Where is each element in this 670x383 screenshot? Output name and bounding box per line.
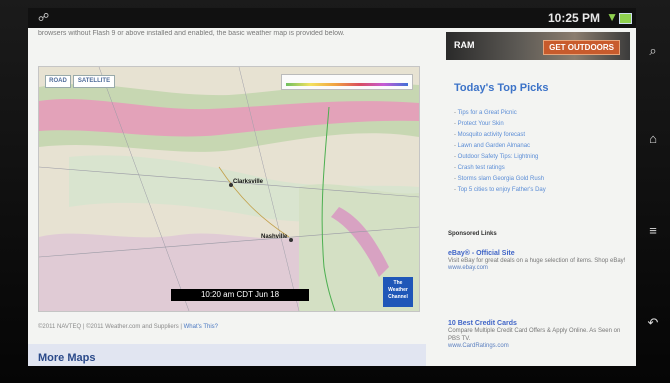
- pick-link[interactable]: Crash test ratings: [454, 163, 546, 174]
- copyright-navteq: ©2011 NAVTEQ: [38, 324, 82, 330]
- get-outdoors-button[interactable]: GET OUTDOORS: [543, 40, 620, 55]
- more-maps-section: More Maps: [28, 344, 426, 366]
- sponsored-ad-url[interactable]: www.CardRatings.com: [448, 343, 628, 349]
- browser-content[interactable]: browsers without Flash 9 or above instal…: [28, 28, 636, 366]
- ram-ad-banner[interactable]: RAM GET OUTDOORS: [446, 32, 630, 60]
- ram-logo: RAM: [454, 40, 475, 50]
- sponsored-links-header: Sponsored Links: [448, 231, 497, 237]
- whats-this-link[interactable]: What's This?: [184, 324, 218, 330]
- wifi-icon: ▼: [606, 10, 618, 24]
- sponsored-ad[interactable]: eBay® - Official Site Visit eBay for gre…: [448, 250, 628, 271]
- more-maps-heading: More Maps: [38, 352, 96, 364]
- pick-link[interactable]: Outdoor Safety Tips: Lightning: [454, 152, 546, 163]
- pick-link[interactable]: Tips for a Great Picnic: [454, 108, 546, 119]
- home-icon[interactable]: ⌂: [644, 130, 662, 148]
- top-picks-title: Today's Top Picks: [454, 82, 549, 94]
- back-icon[interactable]: ↶: [644, 314, 662, 332]
- city-label: Nashville: [261, 234, 288, 240]
- sponsored-ad-desc: Compare Multiple Credit Card Offers & Ap…: [448, 328, 621, 342]
- device-nav-buttons: ⌕ ⌂ ≡ ↶: [636, 0, 670, 383]
- battery-icon: [619, 13, 632, 24]
- search-icon[interactable]: ⌕: [644, 42, 662, 60]
- pick-link[interactable]: Mosquito activity forecast: [454, 130, 546, 141]
- satellite-tab[interactable]: SATELLITE: [73, 75, 115, 88]
- sponsored-ad[interactable]: 10 Best Credit Cards Compare Multiple Cr…: [448, 320, 628, 349]
- status-bar: ☍ 10:25 PM ▼: [28, 8, 636, 28]
- copyright-weather: ©2011 Weather.com and Suppliers: [86, 324, 179, 330]
- precip-legend: [281, 74, 413, 90]
- map-canvas[interactable]: [39, 67, 419, 311]
- road-tab[interactable]: ROAD: [45, 75, 71, 88]
- pick-link[interactable]: Lawn and Garden Almanac: [454, 141, 546, 152]
- city-label: Clarksville: [233, 179, 264, 185]
- pick-link[interactable]: Protect Your Skin: [454, 119, 546, 130]
- sponsored-ad-title[interactable]: 10 Best Credit Cards: [448, 320, 628, 327]
- flash-notice: browsers without Flash 9 or above instal…: [38, 30, 345, 37]
- map-timestamp: 10:20 am CDT Jun 18: [171, 289, 309, 301]
- map-credits: ©2011 NAVTEQ | ©2011 Weather.com and Sup…: [38, 324, 219, 330]
- top-picks-list: Tips for a Great Picnic Protect Your Ski…: [454, 108, 546, 196]
- pick-link[interactable]: Top 5 cities to enjoy Father's Day: [454, 185, 546, 196]
- pick-link[interactable]: Storms slam Georgia Gold Rush: [454, 174, 546, 185]
- status-time: 10:25 PM: [547, 11, 600, 25]
- sponsored-ad-url[interactable]: www.ebay.com: [448, 265, 628, 271]
- sponsored-ad-title[interactable]: eBay® - Official Site: [448, 250, 628, 257]
- weather-map[interactable]: ROAD SATELLITE Clarksville Nashville 10:…: [38, 66, 420, 312]
- weather-channel-logo: The Weather Channel: [383, 277, 413, 307]
- sponsored-ad-desc: Visit eBay for great deals on a huge sel…: [448, 258, 626, 264]
- menu-icon[interactable]: ≡: [644, 222, 662, 240]
- usb-icon: ☍: [38, 12, 50, 24]
